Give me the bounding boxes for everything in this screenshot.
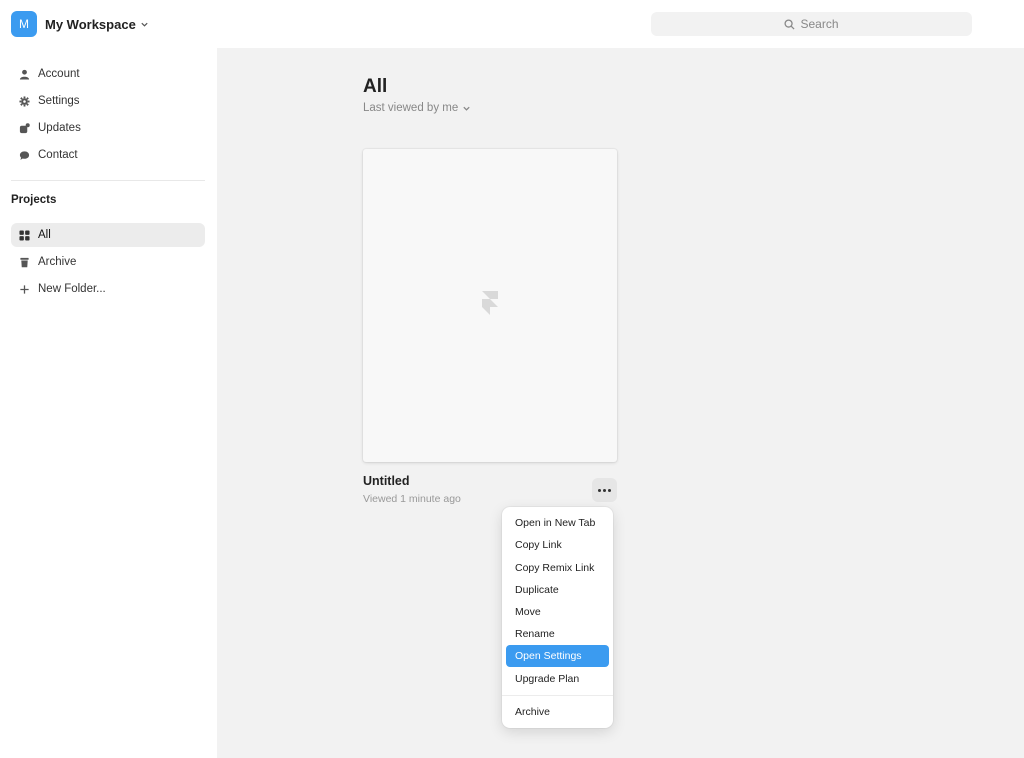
trash-icon — [18, 256, 30, 268]
chevron-down-icon — [140, 20, 149, 29]
context-menu: Open in New Tab Copy Link Copy Remix Lin… — [502, 507, 613, 728]
workspace-avatar: M — [11, 11, 37, 37]
sidebar-item-label: Archive — [38, 256, 77, 268]
sidebar-item-archive[interactable]: Archive — [11, 250, 205, 274]
sidebar: Account Settings Updates Contact Project… — [0, 48, 217, 758]
sidebar-divider — [11, 180, 205, 181]
search-placeholder: Search — [800, 17, 839, 31]
project-viewed-time: Viewed 1 minute ago — [363, 493, 461, 505]
menu-item-open-new-tab[interactable]: Open in New Tab — [506, 512, 609, 534]
sidebar-item-updates[interactable]: Updates — [11, 116, 205, 140]
sidebar-item-label: Contact — [38, 149, 78, 161]
menu-divider — [502, 695, 613, 696]
sidebar-item-label: New Folder... — [38, 283, 106, 295]
sort-label: Last viewed by me — [363, 102, 459, 114]
workspace-switcher[interactable]: M My Workspace — [11, 11, 149, 37]
top-bar: M My Workspace Search — [0, 0, 1024, 48]
dot — [598, 488, 601, 492]
grid-icon — [18, 229, 30, 241]
sidebar-item-label: Settings — [38, 95, 80, 107]
person-icon — [18, 68, 30, 80]
page-title: All — [363, 76, 388, 97]
sidebar-item-contact[interactable]: Contact — [11, 143, 205, 167]
framer-logo-icon — [482, 291, 498, 320]
dot — [608, 488, 611, 492]
sidebar-item-label: All — [38, 229, 51, 241]
search-input[interactable]: Search — [651, 12, 972, 36]
menu-item-copy-remix-link[interactable]: Copy Remix Link — [506, 557, 609, 579]
projects-heading: Projects — [11, 194, 57, 206]
sidebar-item-label: Updates — [38, 122, 81, 134]
chat-icon — [18, 149, 30, 161]
sort-dropdown[interactable]: Last viewed by me — [363, 102, 471, 114]
project-title[interactable]: Untitled — [363, 474, 410, 488]
menu-item-rename[interactable]: Rename — [506, 623, 609, 645]
sidebar-item-new-folder[interactable]: New Folder... — [11, 277, 205, 301]
gear-icon — [18, 95, 30, 107]
dot — [603, 488, 606, 492]
updates-icon — [18, 122, 30, 134]
sidebar-item-label: Account — [38, 68, 80, 80]
sidebar-item-settings[interactable]: Settings — [11, 89, 205, 113]
menu-item-move[interactable]: Move — [506, 601, 609, 623]
workspace-name: My Workspace — [45, 16, 136, 32]
chevron-down-icon — [463, 106, 470, 111]
more-options-button[interactable] — [592, 478, 617, 502]
project-card-thumbnail[interactable] — [363, 149, 617, 462]
menu-item-duplicate[interactable]: Duplicate — [506, 579, 609, 601]
search-icon — [784, 18, 796, 30]
menu-item-open-settings[interactable]: Open Settings — [506, 645, 609, 667]
menu-item-copy-link[interactable]: Copy Link — [506, 534, 609, 556]
sidebar-item-all[interactable]: All — [11, 223, 205, 247]
sidebar-item-account[interactable]: Account — [11, 62, 205, 86]
menu-item-archive[interactable]: Archive — [506, 701, 609, 723]
menu-item-upgrade-plan[interactable]: Upgrade Plan — [506, 668, 609, 690]
plus-icon — [18, 283, 30, 295]
